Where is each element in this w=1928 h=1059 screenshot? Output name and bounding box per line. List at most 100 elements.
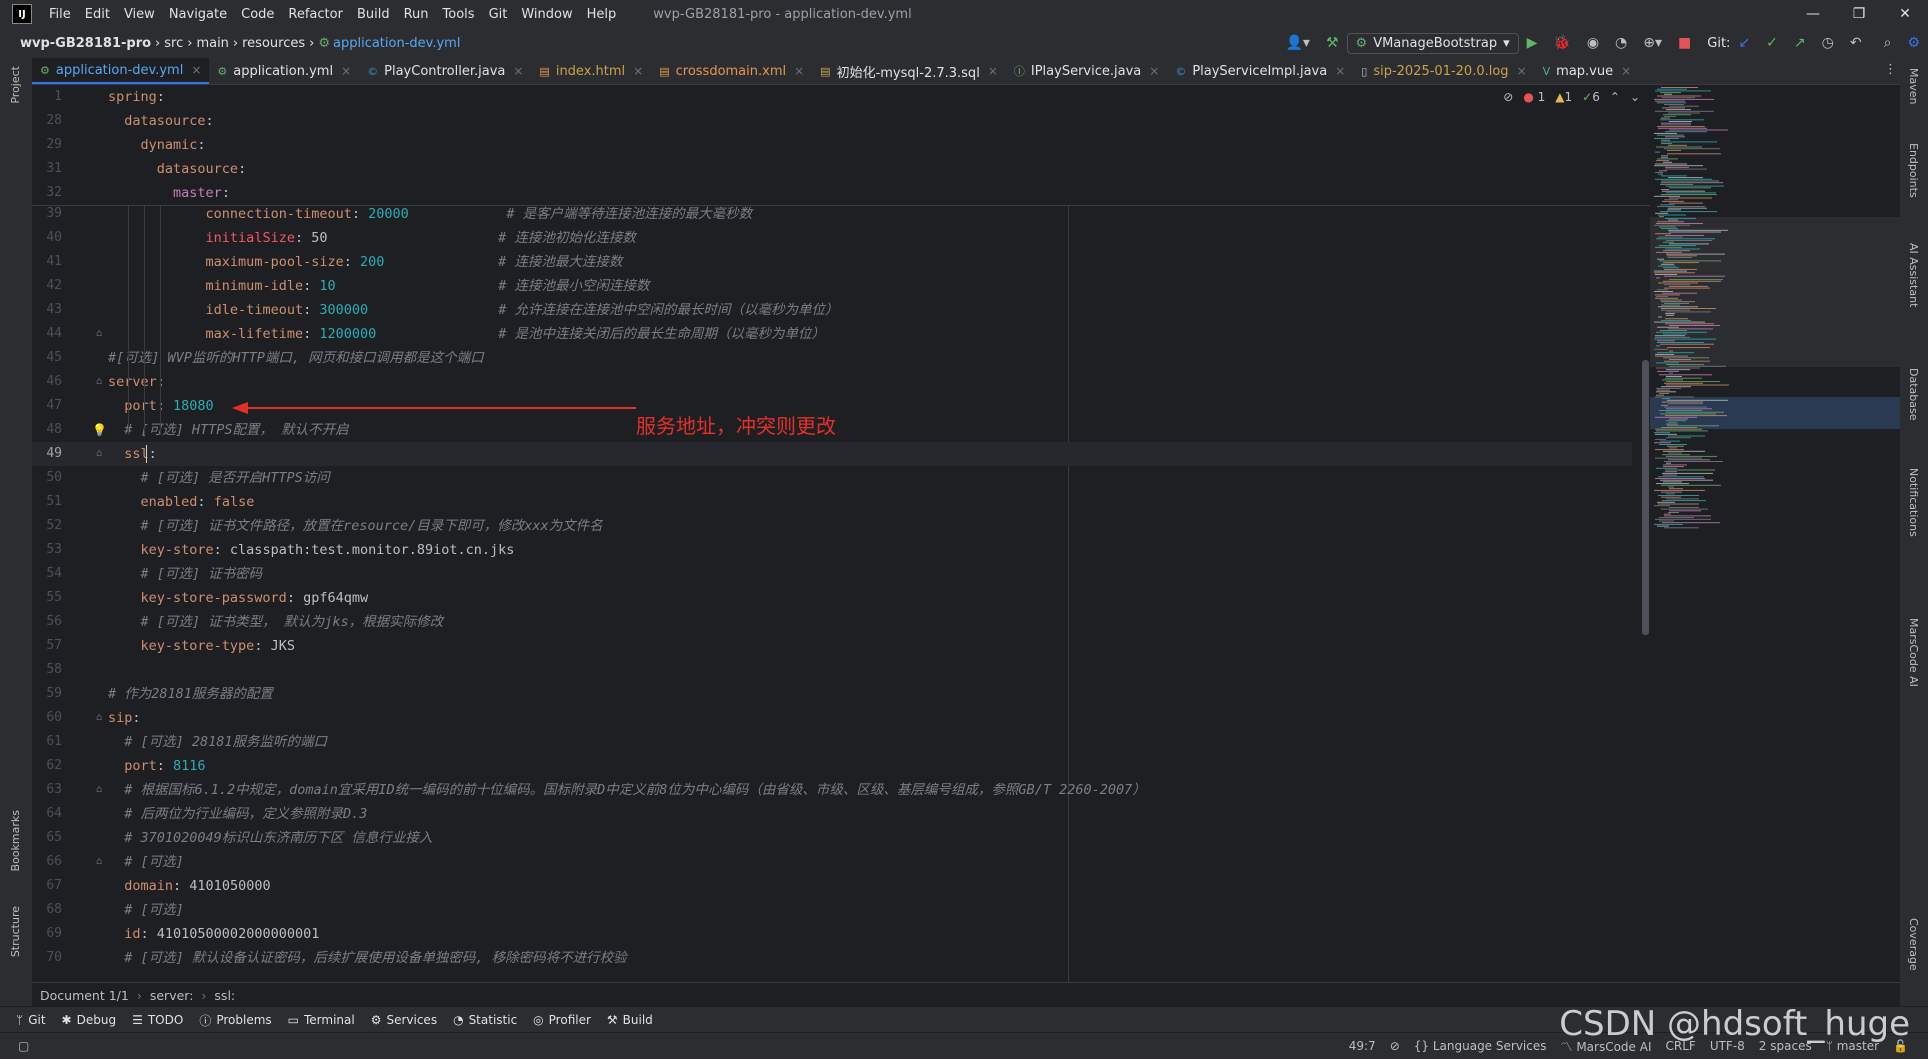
build-hammer-icon[interactable]: ⚒ bbox=[1326, 35, 1339, 51]
close-icon[interactable]: × bbox=[1335, 64, 1345, 78]
crumb-resources[interactable]: resources bbox=[242, 36, 305, 51]
code-line[interactable]: 32 master: bbox=[32, 181, 1632, 205]
code-line[interactable]: 40 initialSize: 50 # 连接池初始化连接数 bbox=[32, 226, 1632, 250]
terminal-tool-button[interactable]: ▭Terminal bbox=[288, 1013, 355, 1027]
tab-index-html[interactable]: ▤index.html× bbox=[531, 58, 651, 84]
code-line[interactable]: 50 # [可选] 是否开启HTTPS访问 bbox=[32, 466, 1632, 490]
tab-application-yml[interactable]: ⚙application.yml× bbox=[209, 58, 359, 84]
menu-window[interactable]: Window bbox=[514, 7, 579, 22]
tab-map-vue[interactable]: Vmap.vue× bbox=[1535, 58, 1640, 84]
code-minimap[interactable] bbox=[1650, 85, 1900, 982]
git-commit-icon[interactable]: ✓ bbox=[1766, 35, 1778, 51]
fold-marker-icon[interactable]: ⌂ bbox=[96, 706, 102, 730]
code-line[interactable]: 57 key-store-type: JKS bbox=[32, 634, 1632, 658]
close-icon[interactable]: × bbox=[341, 64, 351, 78]
close-window-button[interactable]: ✕ bbox=[1882, 0, 1928, 28]
menu-file[interactable]: File bbox=[42, 7, 78, 22]
code-line[interactable]: 45#[可选] WVP监听的HTTP端口, 网页和接口调用都是这个端口 bbox=[32, 346, 1632, 370]
fold-marker-icon[interactable]: ⌂ bbox=[96, 442, 102, 466]
code-line[interactable]: 64 # 后两位为行业编码，定义参照附录D.3 bbox=[32, 802, 1632, 826]
next-highlight-icon[interactable]: ⌄ bbox=[1630, 90, 1640, 104]
crumb-src[interactable]: src bbox=[164, 36, 183, 51]
database-tool-button[interactable]: Database bbox=[1907, 368, 1920, 421]
code-line[interactable]: 55 key-store-password: gpf64qmw bbox=[32, 586, 1632, 610]
menu-navigate[interactable]: Navigate bbox=[162, 7, 234, 22]
crumb-project[interactable]: wvp-GB28181-pro bbox=[20, 36, 151, 51]
problems-tool-button[interactable]: ⓘProblems bbox=[199, 1012, 271, 1029]
code-line[interactable]: 68 # [可选] bbox=[32, 898, 1632, 922]
layout-icon[interactable]: ▢ bbox=[18, 1039, 29, 1053]
code-line[interactable]: 67 domain: 4101050000 bbox=[32, 874, 1632, 898]
services-tool-button[interactable]: ⚙Services bbox=[371, 1013, 437, 1027]
fold-marker-icon[interactable]: ⌂ bbox=[96, 778, 102, 802]
warning-count[interactable]: ▲1 bbox=[1555, 90, 1572, 104]
code-line[interactable]: 53 key-store: classpath:test.monitor.89i… bbox=[32, 538, 1632, 562]
ok-count[interactable]: ✓6 bbox=[1582, 90, 1600, 104]
maven-tool-button[interactable]: Maven bbox=[1907, 68, 1920, 104]
code-line[interactable]: 59# 作为28181服务器的配置 bbox=[32, 682, 1632, 706]
language-services[interactable]: {} Language Services bbox=[1414, 1039, 1547, 1053]
intellij-logo-icon[interactable]: IJ bbox=[12, 4, 32, 24]
code-line[interactable]: 60sip:⌂ bbox=[32, 706, 1632, 730]
code-line[interactable]: 29 dynamic: bbox=[32, 133, 1632, 157]
code-line[interactable]: 63 # 根据国标6.1.2中规定，domain宜采用ID统一编码的前十位编码。… bbox=[32, 778, 1632, 802]
menu-code[interactable]: Code bbox=[234, 7, 281, 22]
previous-highlight-icon[interactable]: ⌃ bbox=[1610, 90, 1620, 104]
fold-marker-icon[interactable]: ⌂ bbox=[96, 322, 102, 346]
ai-assistant-tool-button[interactable]: AI Assistant bbox=[1907, 243, 1920, 307]
crumb-ssl[interactable]: ssl: bbox=[214, 988, 235, 1003]
structure-tool-button[interactable]: Structure bbox=[9, 906, 22, 957]
close-icon[interactable]: × bbox=[1517, 64, 1527, 78]
code-line[interactable]: 54 # [可选] 证书密码 bbox=[32, 562, 1632, 586]
code-line[interactable]: 51 enabled: false bbox=[32, 490, 1632, 514]
user-icon[interactable]: 👤▾ bbox=[1286, 35, 1310, 51]
tab-application-dev-yml[interactable]: ⚙application-dev.yml× bbox=[32, 58, 209, 84]
code-line[interactable]: 69 id: 41010500002000000001 bbox=[32, 922, 1632, 946]
code-line[interactable]: 58 bbox=[32, 658, 1632, 682]
menu-view[interactable]: View bbox=[117, 7, 162, 22]
code-line[interactable]: 43 idle-timeout: 300000 # 允许连接在连接池中空闲的最长… bbox=[32, 298, 1632, 322]
endpoints-tool-button[interactable]: Endpoints bbox=[1907, 143, 1920, 198]
debug-tool-button[interactable]: ✱Debug bbox=[62, 1013, 117, 1027]
history-icon[interactable]: ◷ bbox=[1822, 35, 1834, 51]
code-line[interactable]: 62 port: 8116 bbox=[32, 754, 1632, 778]
close-icon[interactable]: × bbox=[794, 64, 804, 78]
run-configuration-select[interactable]: ⚙ VManageBootstrap ▾ bbox=[1347, 33, 1519, 54]
caret-position[interactable]: 49:7 bbox=[1349, 1039, 1376, 1053]
statistic-tool-button[interactable]: ◔Statistic bbox=[453, 1013, 517, 1027]
code-line[interactable]: 46server:⌂ bbox=[32, 370, 1632, 394]
stop-icon[interactable]: ■ bbox=[1678, 35, 1691, 51]
minimize-button[interactable]: — bbox=[1790, 0, 1836, 28]
fold-marker-icon[interactable]: ⌂ bbox=[96, 370, 102, 394]
inspection-widget[interactable]: ⊘ ● 1 ▲1 ✓6 ⌃ ⌄ bbox=[1503, 85, 1640, 109]
close-icon[interactable]: × bbox=[1621, 64, 1631, 78]
menu-git[interactable]: Git bbox=[482, 7, 515, 22]
more-run-icon[interactable]: ⊕▾ bbox=[1643, 35, 1662, 51]
error-count[interactable]: ● 1 bbox=[1523, 90, 1545, 104]
notifications-tool-button[interactable]: Notifications bbox=[1907, 468, 1920, 537]
tab-iplayservice-java[interactable]: ⒾIPlayService.java× bbox=[1006, 58, 1167, 84]
profile-icon[interactable]: ◔ bbox=[1615, 35, 1627, 51]
code-line[interactable]: 44 max-lifetime: 1200000 # 是池中连接关闭后的最长生命… bbox=[32, 322, 1632, 346]
crumb-main[interactable]: main bbox=[196, 36, 228, 51]
coverage-tool-button[interactable]: Coverage bbox=[1907, 918, 1920, 971]
crumb-document[interactable]: Document 1/1 bbox=[40, 988, 129, 1003]
code-line[interactable]: 1spring: bbox=[32, 85, 1632, 109]
debug-icon[interactable]: 🐞 bbox=[1553, 35, 1570, 51]
tab-sip-2025-01-20-0-log[interactable]: ▯sip-2025-01-20.0.log× bbox=[1353, 58, 1534, 84]
close-icon[interactable]: × bbox=[191, 63, 201, 77]
settings-icon[interactable]: ⚙ bbox=[1907, 35, 1920, 51]
code-editor[interactable]: 39 connection-timeout: 20000 # 是客户端等待连接池… bbox=[32, 85, 1650, 982]
marscode-tool-button[interactable]: MarsCode AI bbox=[1907, 618, 1920, 687]
menu-refactor[interactable]: Refactor bbox=[281, 7, 350, 22]
crumb-server[interactable]: server: bbox=[150, 988, 194, 1003]
git-tool-button[interactable]: ᛘGit bbox=[16, 1013, 46, 1027]
tab-playcontroller-java[interactable]: ©PlayController.java× bbox=[359, 58, 531, 84]
code-line[interactable]: 52 # [可选] 证书文件路径，放置在resource/目录下即可，修改xxx… bbox=[32, 514, 1632, 538]
vertical-scrollbar[interactable] bbox=[1642, 360, 1649, 635]
no-inspection-icon[interactable]: ⊘ bbox=[1390, 1039, 1400, 1053]
close-icon[interactable]: × bbox=[1149, 64, 1159, 78]
reader-mode-icon[interactable]: ⊘ bbox=[1503, 90, 1513, 104]
code-line[interactable]: 65 # 3701020049标识山东济南历下区 信息行业接入 bbox=[32, 826, 1632, 850]
code-line[interactable]: 42 minimum-idle: 10 # 连接池最小空闲连接数 bbox=[32, 274, 1632, 298]
